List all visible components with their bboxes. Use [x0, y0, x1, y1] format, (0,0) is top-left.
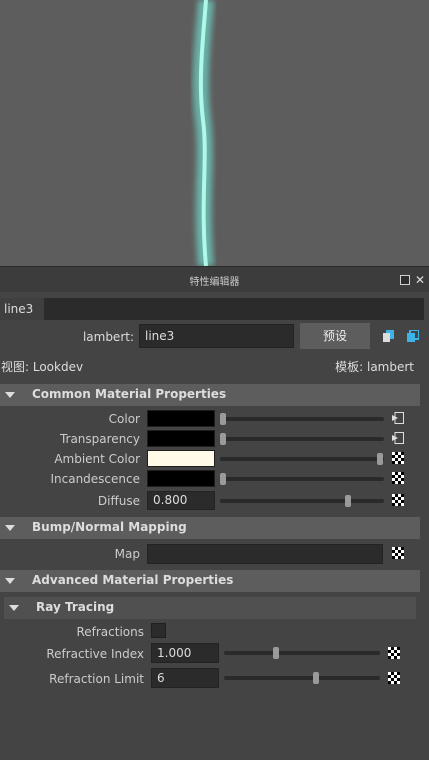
- attribute-editor-panel: 特性编辑器 ✕ line3 lambert: line3 预设 视图: Look…: [0, 266, 429, 760]
- bump-map-field[interactable]: [147, 544, 383, 564]
- color-swatch[interactable]: [147, 410, 215, 427]
- diffuse-slider-track[interactable]: [220, 499, 384, 503]
- checker-map-icon[interactable]: [392, 494, 404, 506]
- expand-triangle-icon: [9, 605, 19, 611]
- map-label: Map: [114, 547, 140, 561]
- copy-tab-icon[interactable]: [407, 330, 419, 342]
- checker-map-icon[interactable]: [392, 452, 404, 464]
- node-name-field[interactable]: line3: [139, 324, 294, 348]
- refraction-limit-label: Refraction Limit: [49, 672, 144, 686]
- viewport[interactable]: [0, 0, 429, 266]
- node-tab-bar: line3: [0, 298, 424, 320]
- expand-triangle-icon: [5, 578, 15, 584]
- refractions-label: Refractions: [76, 625, 144, 639]
- refractive-index-slider-track[interactable]: [224, 651, 380, 655]
- viewport-canvas: [192, 0, 214, 266]
- color-slider-handle[interactable]: [220, 413, 226, 425]
- incandescence-slider-handle[interactable]: [220, 473, 226, 485]
- close-icon[interactable]: ✕: [415, 274, 425, 286]
- map-connect-icon[interactable]: [392, 412, 404, 424]
- checker-map-icon[interactable]: [388, 647, 400, 659]
- ambient-color-label: Ambient Color: [54, 452, 140, 466]
- refraction-limit-slider-handle[interactable]: [313, 672, 319, 684]
- panel-titlebar[interactable]: 特性编辑器 ✕: [0, 266, 429, 292]
- checker-map-icon[interactable]: [392, 547, 404, 559]
- checker-map-icon[interactable]: [392, 472, 404, 484]
- section-common-material[interactable]: Common Material Properties: [0, 384, 420, 406]
- transparency-slider-handle[interactable]: [220, 433, 226, 445]
- refractive-index-field[interactable]: 1.000: [151, 643, 219, 663]
- incandescence-label: Incandescence: [50, 472, 140, 486]
- section-title: Advanced Material Properties: [32, 573, 234, 587]
- transparency-swatch[interactable]: [147, 430, 215, 447]
- map-connect-icon[interactable]: [392, 432, 404, 444]
- view-label: 视图: Lookdev: [1, 360, 84, 374]
- refraction-limit-slider-track[interactable]: [224, 676, 380, 680]
- incandescence-swatch[interactable]: [147, 470, 215, 487]
- presets-button[interactable]: 预设: [300, 323, 370, 349]
- refractive-index-slider-handle[interactable]: [273, 647, 279, 659]
- refractions-checkbox[interactable]: [151, 623, 166, 638]
- diffuse-value-field[interactable]: 0.800: [147, 491, 215, 510]
- float-window-icon[interactable]: [400, 275, 410, 285]
- section-ray-tracing[interactable]: Ray Tracing: [4, 597, 416, 619]
- checker-map-icon[interactable]: [388, 672, 400, 684]
- expand-triangle-icon: [5, 392, 15, 398]
- section-title: Ray Tracing: [36, 600, 115, 614]
- refractive-index-label: Refractive Index: [46, 647, 144, 661]
- color-label: Color: [108, 412, 140, 426]
- view-template-row: 视图: Lookdev 模板: lambert: [0, 356, 424, 376]
- color-slider-track[interactable]: [220, 417, 384, 421]
- diffuse-slider-handle[interactable]: [345, 495, 351, 507]
- node-type-label: lambert:: [82, 330, 134, 344]
- transparency-label: Transparency: [59, 432, 140, 446]
- section-advanced-material[interactable]: Advanced Material Properties: [0, 570, 420, 592]
- transparency-slider-track[interactable]: [220, 437, 384, 441]
- panel-empty-area: [0, 690, 429, 760]
- ambient-color-swatch[interactable]: [147, 450, 215, 467]
- expand-triangle-icon: [5, 525, 15, 531]
- focus-icon[interactable]: [383, 330, 395, 342]
- section-bump-normal[interactable]: Bump/Normal Mapping: [0, 517, 420, 539]
- refraction-limit-field[interactable]: 6: [151, 668, 219, 688]
- section-title: Bump/Normal Mapping: [32, 520, 187, 534]
- tab-line3[interactable]: line3: [0, 298, 44, 320]
- panel-title: 特性编辑器: [189, 277, 240, 288]
- ambient-slider-track[interactable]: [220, 457, 384, 461]
- template-label: 模板: lambert: [335, 360, 414, 374]
- ambient-slider-handle[interactable]: [377, 453, 383, 465]
- incandescence-slider-track[interactable]: [220, 477, 384, 481]
- diffuse-label: Diffuse: [97, 494, 140, 508]
- section-title: Common Material Properties: [32, 387, 227, 401]
